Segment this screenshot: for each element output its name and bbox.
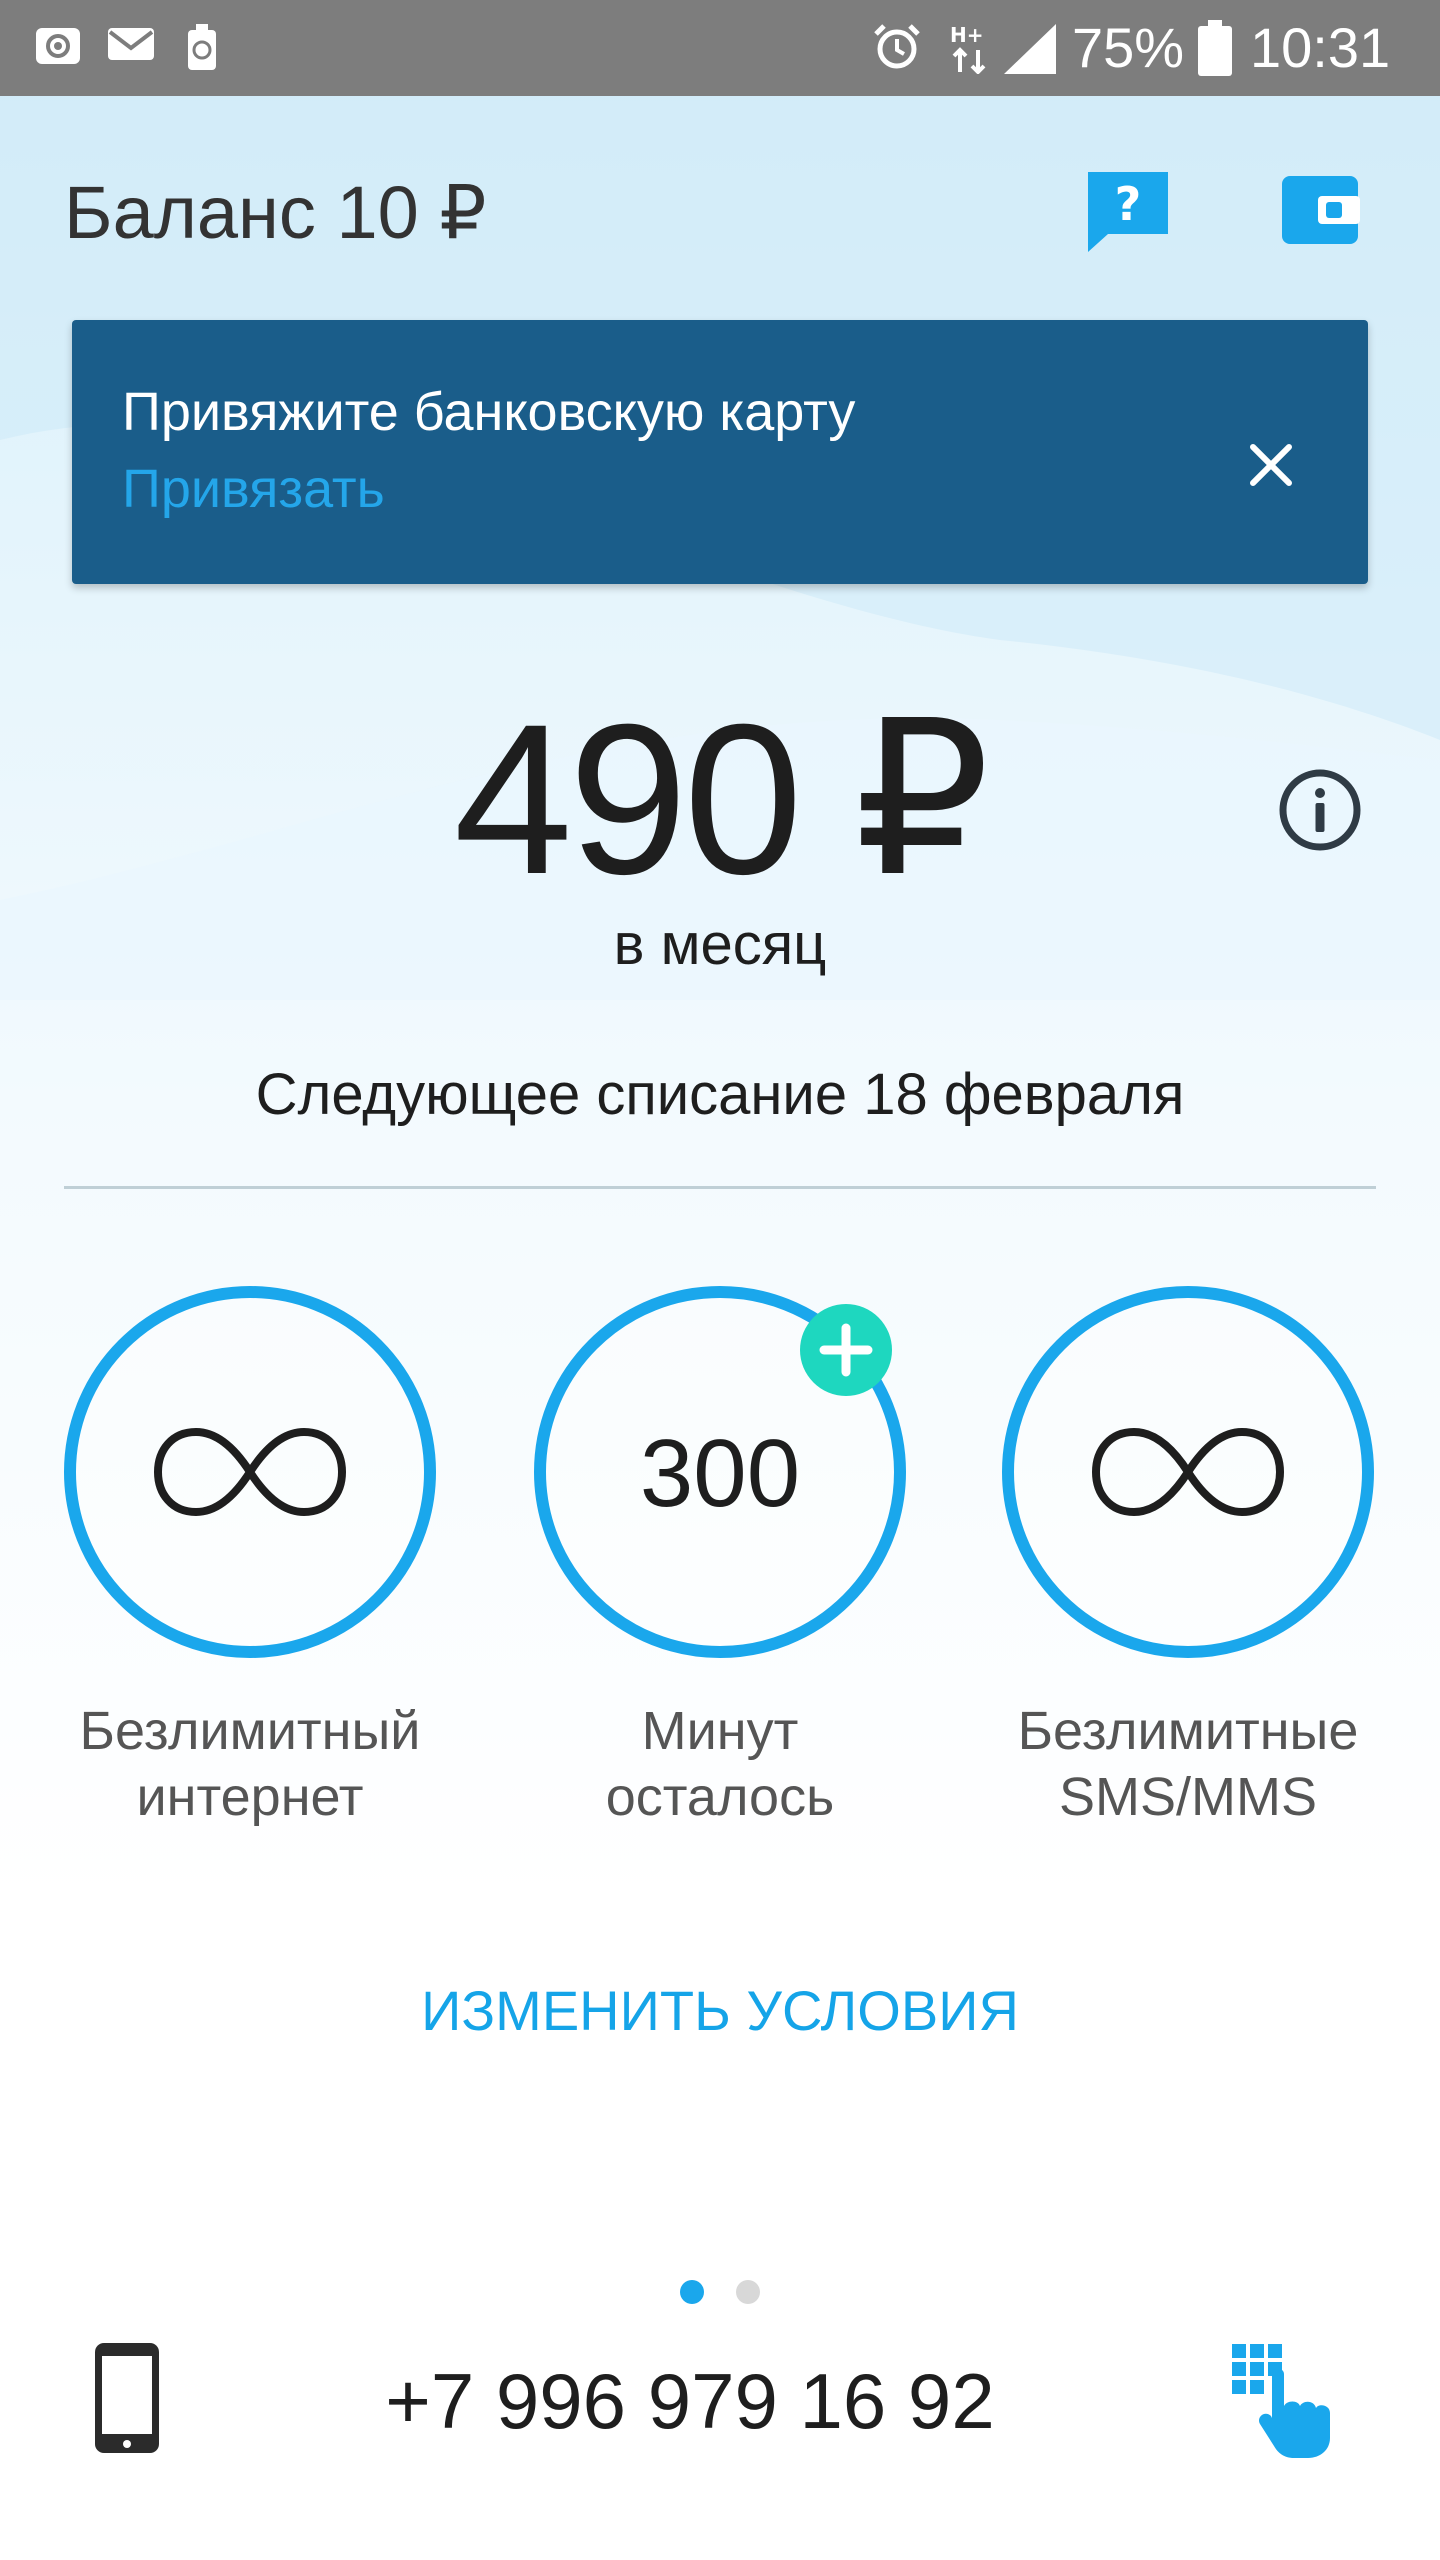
battery-percent: 75% [1072, 16, 1185, 79]
minutes-label-line2: осталось [605, 1767, 835, 1827]
dialpad-button[interactable] [1232, 2340, 1332, 2460]
internet-package-label: Безлимитный интернет [40, 1698, 460, 1830]
link-card-button[interactable]: Привязать [122, 458, 385, 520]
tariff-period: в месяц [613, 912, 827, 977]
change-terms-button[interactable]: ИЗМЕНИТЬ УСЛОВИЯ [320, 1976, 1120, 2046]
infinity-icon [154, 1428, 346, 1516]
at-sign-icon [36, 28, 80, 64]
help-button[interactable]: ? [1084, 168, 1172, 256]
status-bar: H+ 75% 10:31 [0, 0, 1440, 96]
internet-label-line1: Безлимитный [79, 1701, 421, 1761]
infinity-icon [1092, 1428, 1284, 1516]
battery-icon [1198, 20, 1232, 76]
info-icon [1279, 769, 1361, 851]
signal-icon [1004, 24, 1056, 74]
wallet-button[interactable] [1280, 170, 1360, 250]
banner-close-button[interactable] [1226, 420, 1316, 510]
question-chat-icon: ? [1088, 172, 1168, 252]
pager-dot[interactable] [736, 2280, 760, 2304]
svg-text:?: ? [1115, 177, 1142, 231]
phone-number: +7 996 979 16 92 [385, 2357, 995, 2445]
banner-text: Привяжите банковскую карту [122, 382, 856, 442]
minutes-label-line1: Минут [641, 1701, 799, 1761]
wallet-icon [1282, 176, 1360, 244]
hplus-data-icon: H+ [950, 23, 986, 74]
divider [64, 1186, 1376, 1189]
card-link-banner: Привяжите банковскую карту Привязать [72, 320, 1368, 584]
clock: 10:31 [1250, 16, 1391, 79]
sms-label-line2: SMS/MMS [1058, 1767, 1317, 1827]
alarm-icon [874, 24, 920, 69]
next-charge-date: Следующее списание 18 февраля [255, 1062, 1185, 1127]
add-minutes-button[interactable] [800, 1304, 892, 1396]
balance-title: Баланс 10 ₽ [64, 171, 487, 254]
mail-icon [108, 28, 154, 60]
app-screen: H+ 75% 10:31 Баланс 10 ₽ ? Привяжите бан… [0, 0, 1440, 2560]
sms-package-circle[interactable] [1002, 1286, 1374, 1658]
recycle-battery-icon [188, 24, 216, 70]
plus-icon [819, 1323, 873, 1377]
sms-package-label: Безлимитные SMS/MMS [978, 1698, 1398, 1830]
pager-dot-active[interactable] [680, 2280, 704, 2304]
close-icon [1250, 444, 1292, 486]
minutes-remaining: 300 [639, 1420, 801, 1527]
internet-package-circle[interactable] [64, 1286, 436, 1658]
svg-text:H+: H+ [950, 23, 984, 47]
sms-label-line1: Безлимитные [1017, 1701, 1359, 1761]
dialpad-hand-icon [1232, 2344, 1330, 2458]
tariff-price: 490 ₽ [453, 680, 991, 919]
tariff-info-button[interactable] [1276, 766, 1364, 854]
internet-label-line2: интернет [136, 1767, 364, 1827]
minutes-package-label: Минут осталось [510, 1698, 930, 1830]
